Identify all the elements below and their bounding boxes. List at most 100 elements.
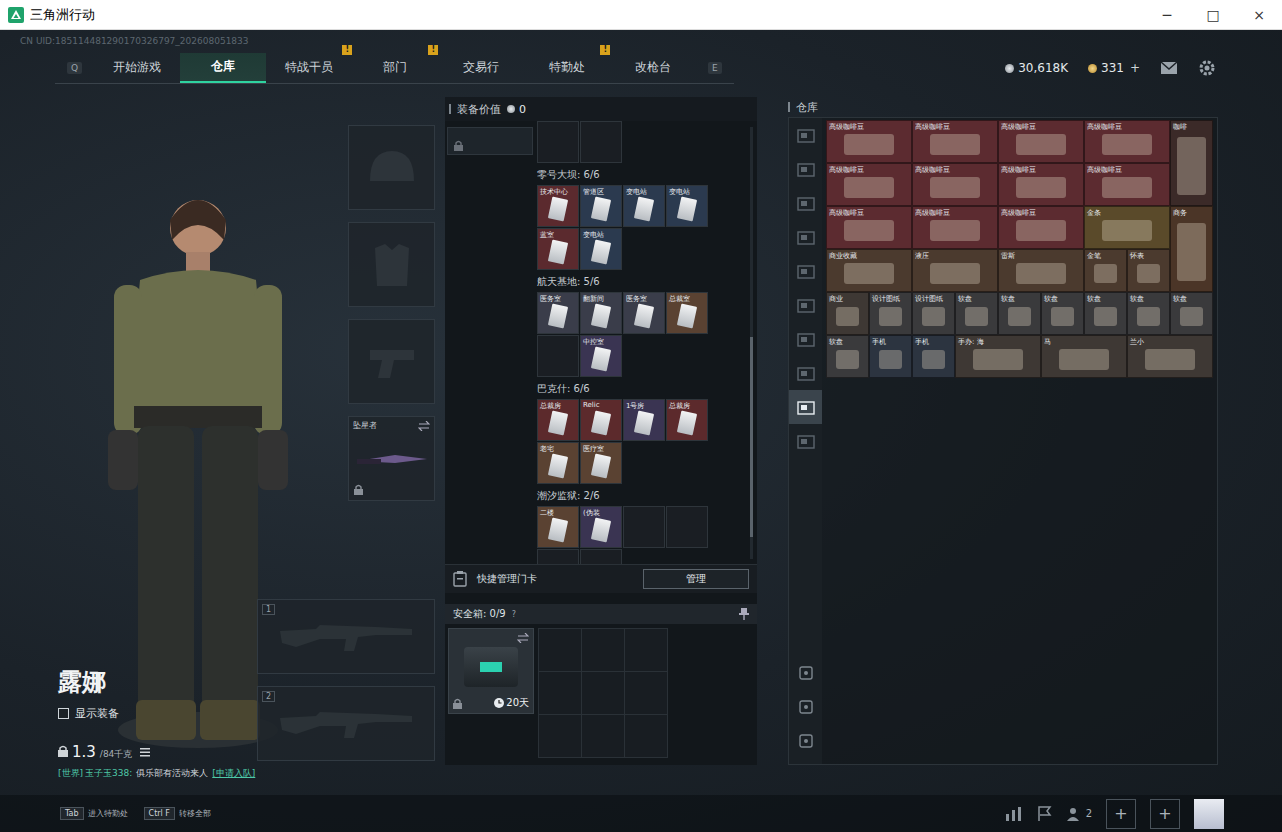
warehouse-item[interactable]: 软盘 — [955, 292, 998, 335]
warehouse-tab[interactable] — [789, 390, 822, 424]
weapon-slot[interactable]: 1 — [257, 599, 435, 674]
warehouse-item[interactable]: 咖啡 — [1170, 120, 1213, 206]
player-avatar[interactable] — [1194, 799, 1224, 829]
safe-box-cell[interactable] — [539, 672, 581, 714]
warehouse-item[interactable]: 软盘 — [1127, 292, 1170, 335]
flag-icon[interactable] — [1037, 806, 1053, 822]
scrollbar[interactable] — [750, 127, 753, 559]
warehouse-item[interactable]: 商务 — [1170, 206, 1213, 292]
keycard[interactable]: 变电站 — [580, 228, 622, 270]
keycard[interactable]: 医疗室 — [580, 442, 622, 484]
show-gear-checkbox[interactable]: 显示装备 — [58, 706, 257, 721]
warehouse-tab[interactable] — [789, 322, 822, 356]
gear-slot[interactable] — [348, 319, 435, 404]
warehouse-tab[interactable] — [789, 424, 822, 458]
warehouse-tab[interactable] — [789, 288, 822, 322]
keycard[interactable]: 翻新间 — [580, 292, 622, 334]
friends-button[interactable]: 2 — [1067, 807, 1092, 821]
gear-slot[interactable]: 坠星者 — [348, 416, 435, 501]
stats-icon[interactable] — [1005, 806, 1023, 822]
empty-card-slot[interactable] — [537, 335, 579, 377]
warehouse-item[interactable]: 商业 — [826, 292, 869, 335]
nav-tab[interactable]: 开始游戏 — [94, 53, 180, 83]
warehouse-item[interactable]: 手办: 海 — [955, 335, 1041, 378]
manage-button[interactable]: 管理 — [643, 569, 749, 589]
join-team-link[interactable]: [申请入队] — [212, 768, 255, 778]
safe-box-cell[interactable] — [582, 715, 624, 757]
prev-key-hint[interactable]: Q — [67, 62, 82, 74]
safe-box-cell[interactable] — [539, 715, 581, 757]
warehouse-item[interactable]: 高级咖啡豆 — [998, 206, 1084, 249]
warehouse-tab[interactable] — [789, 356, 822, 390]
nav-tab[interactable]: 特战干员! — [266, 53, 352, 83]
warehouse-item[interactable]: 手机 — [869, 335, 912, 378]
invite-slot-button[interactable]: + — [1150, 799, 1180, 829]
warehouse-item[interactable]: 高级咖啡豆 — [912, 163, 998, 206]
next-key-hint[interactable]: E — [708, 62, 722, 74]
keycard[interactable]: 蓝室 — [537, 228, 579, 270]
safe-box-item[interactable]: 20天 — [448, 628, 534, 714]
warehouse-item[interactable]: 高级咖啡豆 — [912, 206, 998, 249]
warehouse-tab[interactable] — [789, 118, 822, 152]
window-control-button[interactable]: □ — [1190, 0, 1236, 30]
gear-slot[interactable] — [348, 125, 435, 210]
empty-card-slot[interactable] — [580, 549, 622, 564]
warehouse-item[interactable]: 软盘 — [1084, 292, 1127, 335]
warehouse-item[interactable]: 怀表 — [1127, 249, 1170, 292]
key-hint[interactable]: Ctrl F转移全部 — [144, 807, 211, 820]
empty-card-slot[interactable] — [580, 121, 622, 163]
warehouse-tool-tab[interactable] — [789, 724, 822, 758]
safe-box-cell[interactable] — [625, 629, 667, 671]
keycard[interactable]: 管道区 — [580, 185, 622, 227]
window-control-button[interactable]: × — [1236, 0, 1282, 30]
key-hint[interactable]: Tab进入特勤处 — [60, 807, 128, 820]
weapon-slot[interactable]: 2 — [257, 686, 435, 761]
warehouse-item[interactable]: 手机 — [912, 335, 955, 378]
safe-box-cell[interactable] — [625, 672, 667, 714]
warehouse-item[interactable]: 高级咖啡豆 — [1084, 120, 1170, 163]
warehouse-item[interactable]: 高级咖啡豆 — [826, 163, 912, 206]
warehouse-item[interactable]: 设计图纸 — [912, 292, 955, 335]
safe-box-cell[interactable] — [582, 629, 624, 671]
keycard[interactable]: (伪装 — [580, 506, 622, 548]
warehouse-tool-tab[interactable] — [789, 656, 822, 690]
keycard[interactable]: 中控室 — [580, 335, 622, 377]
warehouse-item[interactable]: 商业收藏 — [826, 249, 912, 292]
warehouse-item[interactable]: 软盘 — [826, 335, 869, 378]
keycard[interactable]: 老宅 — [537, 442, 579, 484]
warehouse-item[interactable]: 高级咖啡豆 — [826, 120, 912, 163]
warehouse-item[interactable]: 高级咖啡豆 — [912, 120, 998, 163]
warehouse-item[interactable]: 雷斯 — [998, 249, 1084, 292]
keycard[interactable]: 总裁房 — [666, 399, 708, 441]
keycard[interactable]: 总裁室 — [666, 292, 708, 334]
keycard[interactable]: 医务室 — [623, 292, 665, 334]
window-control-button[interactable]: ─ — [1144, 0, 1190, 30]
keycard[interactable]: 1号房 — [623, 399, 665, 441]
list-icon[interactable] — [140, 747, 150, 757]
warehouse-tab[interactable] — [789, 186, 822, 220]
keycard[interactable]: 变电站 — [623, 185, 665, 227]
warehouse-item[interactable]: 高级咖啡豆 — [998, 163, 1084, 206]
keycard[interactable]: 医务室 — [537, 292, 579, 334]
safe-box-cell[interactable] — [625, 715, 667, 757]
mail-icon[interactable] — [1160, 61, 1178, 75]
warehouse-item[interactable]: 液压 — [912, 249, 998, 292]
warehouse-tab[interactable] — [789, 220, 822, 254]
warehouse-item[interactable]: 软盘 — [1170, 292, 1213, 335]
safe-box-cell[interactable] — [582, 672, 624, 714]
nav-tab[interactable]: 交易行 — [438, 53, 524, 83]
warehouse-tab[interactable] — [789, 254, 822, 288]
help-button[interactable]: ? — [512, 610, 516, 619]
keycard[interactable]: Relic — [580, 399, 622, 441]
warehouse-item[interactable]: 软盘 — [998, 292, 1041, 335]
warehouse-item[interactable]: 软盘 — [1041, 292, 1084, 335]
gear-icon[interactable] — [1198, 59, 1216, 77]
warehouse-item[interactable]: 兰小 — [1127, 335, 1213, 378]
nav-tab[interactable]: 部门! — [352, 53, 438, 83]
nav-tab[interactable]: 特勤处! — [524, 53, 610, 83]
warehouse-item[interactable]: 金笔 — [1084, 249, 1127, 292]
nav-tab[interactable]: 仓库 — [180, 53, 266, 83]
swap-icon[interactable] — [418, 421, 430, 431]
chat-line[interactable]: [世界]玉子玉338:俱乐部有活动来人[申请入队] — [0, 761, 445, 780]
warehouse-item[interactable]: 马 — [1041, 335, 1127, 378]
